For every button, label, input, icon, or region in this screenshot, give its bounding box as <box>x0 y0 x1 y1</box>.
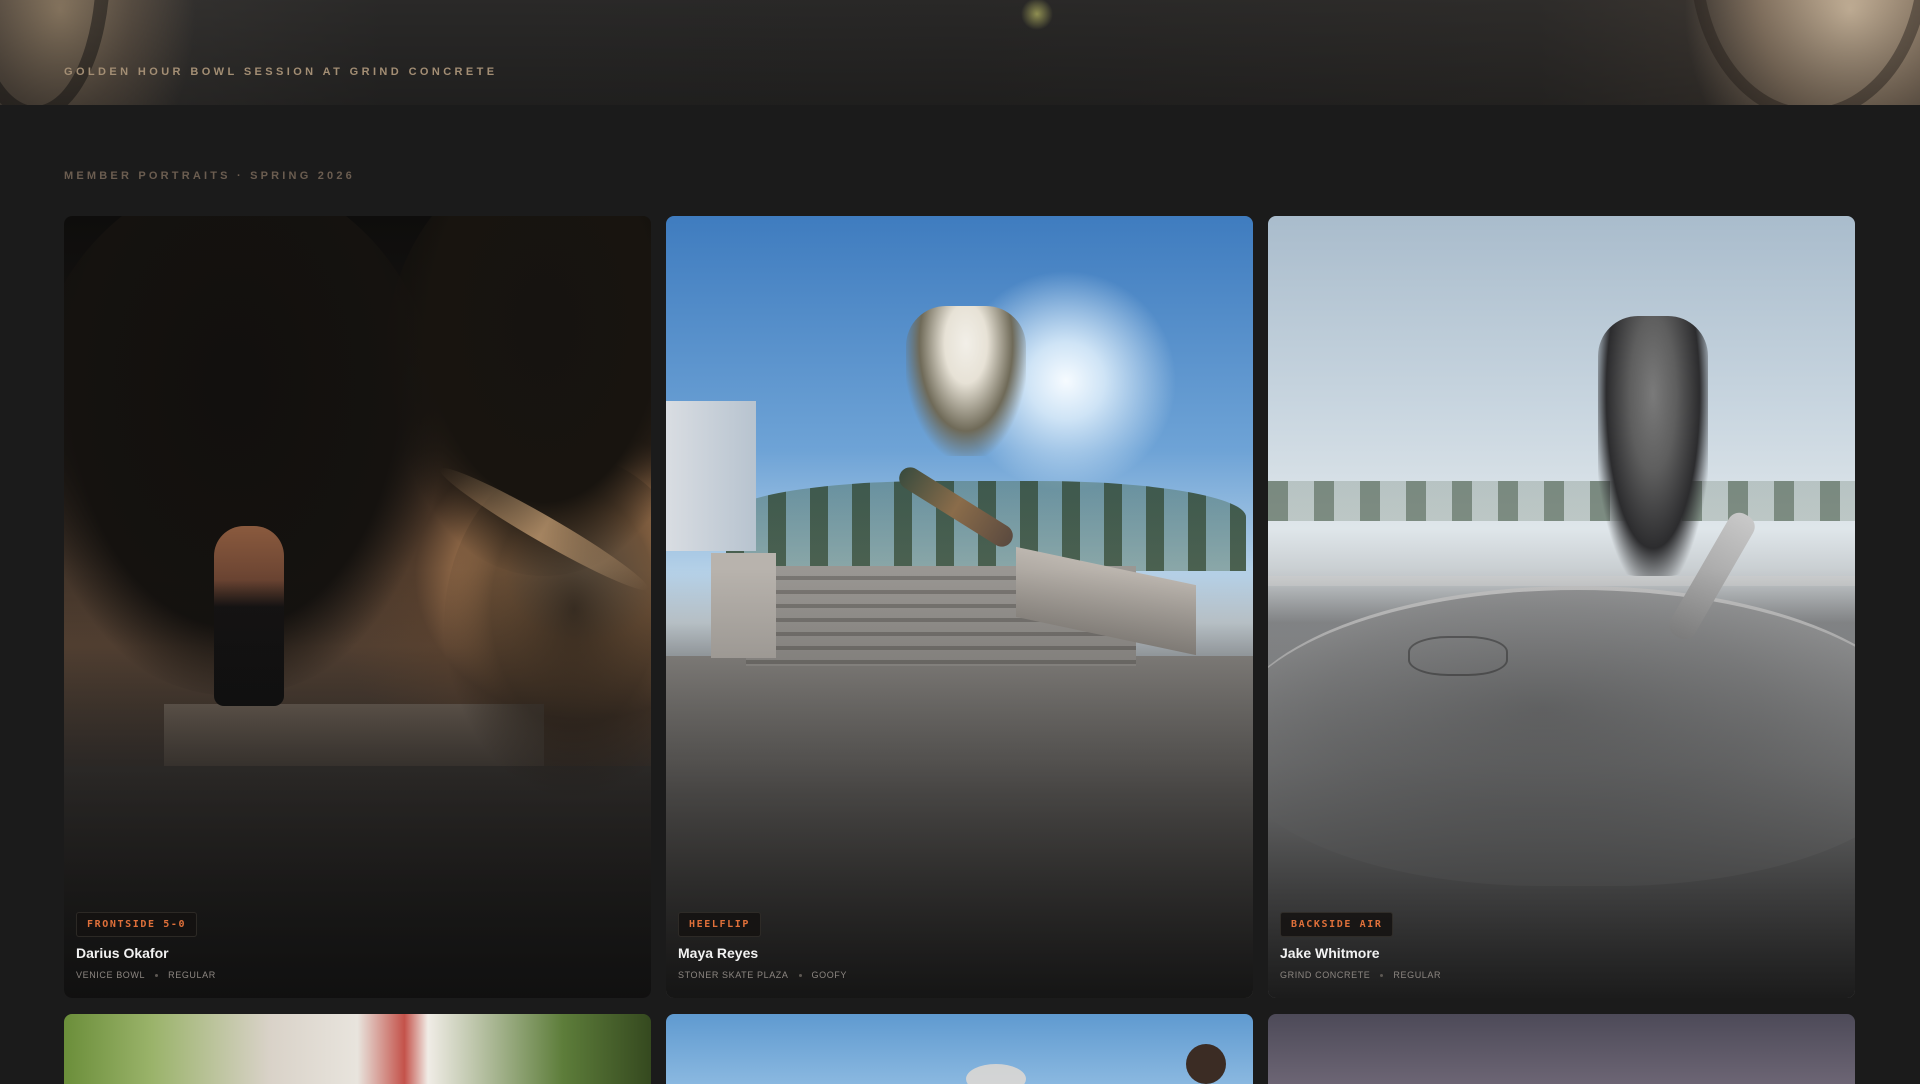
separator-dot <box>155 973 159 977</box>
portrait-card[interactable] <box>64 1014 651 1084</box>
card-meta: GRIND CONCRETE REGULAR <box>1280 970 1843 980</box>
trick-badge: FRONTSIDE 5-0 <box>76 912 198 937</box>
portrait-card[interactable] <box>666 1014 1253 1084</box>
skater-name: Jake Whitmore <box>1280 945 1380 961</box>
card-vignette <box>666 216 1253 998</box>
card-meta: VENICE BOWL REGULAR <box>76 970 639 980</box>
portrait-photo <box>64 1014 651 1084</box>
skater-stance: GOOFY <box>811 970 848 980</box>
portrait-card[interactable] <box>1268 1014 1855 1084</box>
skate-spot: STONER SKATE PLAZA <box>678 970 789 980</box>
trick-badge: BACKSIDE AIR <box>1280 912 1394 937</box>
portrait-grid: FRONTSIDE 5-0 Darius Okafor VENICE BOWL … <box>64 216 1856 1084</box>
portrait-card[interactable]: HEELFLIP Maya Reyes STONER SKATE PLAZA G… <box>666 216 1253 998</box>
card-meta: STONER SKATE PLAZA GOOFY <box>678 970 1241 980</box>
portrait-card[interactable]: FRONTSIDE 5-0 Darius Okafor VENICE BOWL … <box>64 216 651 998</box>
skater-name: Maya Reyes <box>678 945 759 961</box>
skate-spot: GRIND CONCRETE <box>1280 970 1371 980</box>
skater-stance: REGULAR <box>168 970 216 980</box>
section-heading: MEMBER PORTRAITS · SPRING 2026 <box>64 170 355 182</box>
hero-caption: GOLDEN HOUR BOWL SESSION AT GRIND CONCRE… <box>64 66 498 78</box>
card-info: FRONTSIDE 5-0 Darius Okafor VENICE BOWL … <box>76 912 639 980</box>
skate-spot: VENICE BOWL <box>76 970 146 980</box>
skater-name: Darius Okafor <box>76 945 169 961</box>
photo-skater <box>1186 1044 1226 1084</box>
trick-badge: HEELFLIP <box>678 912 761 937</box>
portrait-photo <box>1268 1014 1855 1084</box>
skater-stance: REGULAR <box>1393 970 1442 980</box>
separator-dot <box>1380 973 1384 977</box>
hero-banner: GOLDEN HOUR BOWL SESSION AT GRIND CONCRE… <box>0 0 1920 105</box>
card-info: BACKSIDE AIR Jake Whitmore GRIND CONCRET… <box>1280 912 1843 980</box>
card-vignette <box>64 216 651 998</box>
card-info: HEELFLIP Maya Reyes STONER SKATE PLAZA G… <box>678 912 1241 980</box>
card-vignette <box>1268 216 1855 998</box>
separator-dot <box>798 973 802 977</box>
hero-shade <box>0 0 1920 105</box>
photo-skater <box>966 1064 1026 1084</box>
portrait-photo <box>666 1014 1253 1084</box>
portrait-card[interactable]: BACKSIDE AIR Jake Whitmore GRIND CONCRET… <box>1268 216 1855 998</box>
